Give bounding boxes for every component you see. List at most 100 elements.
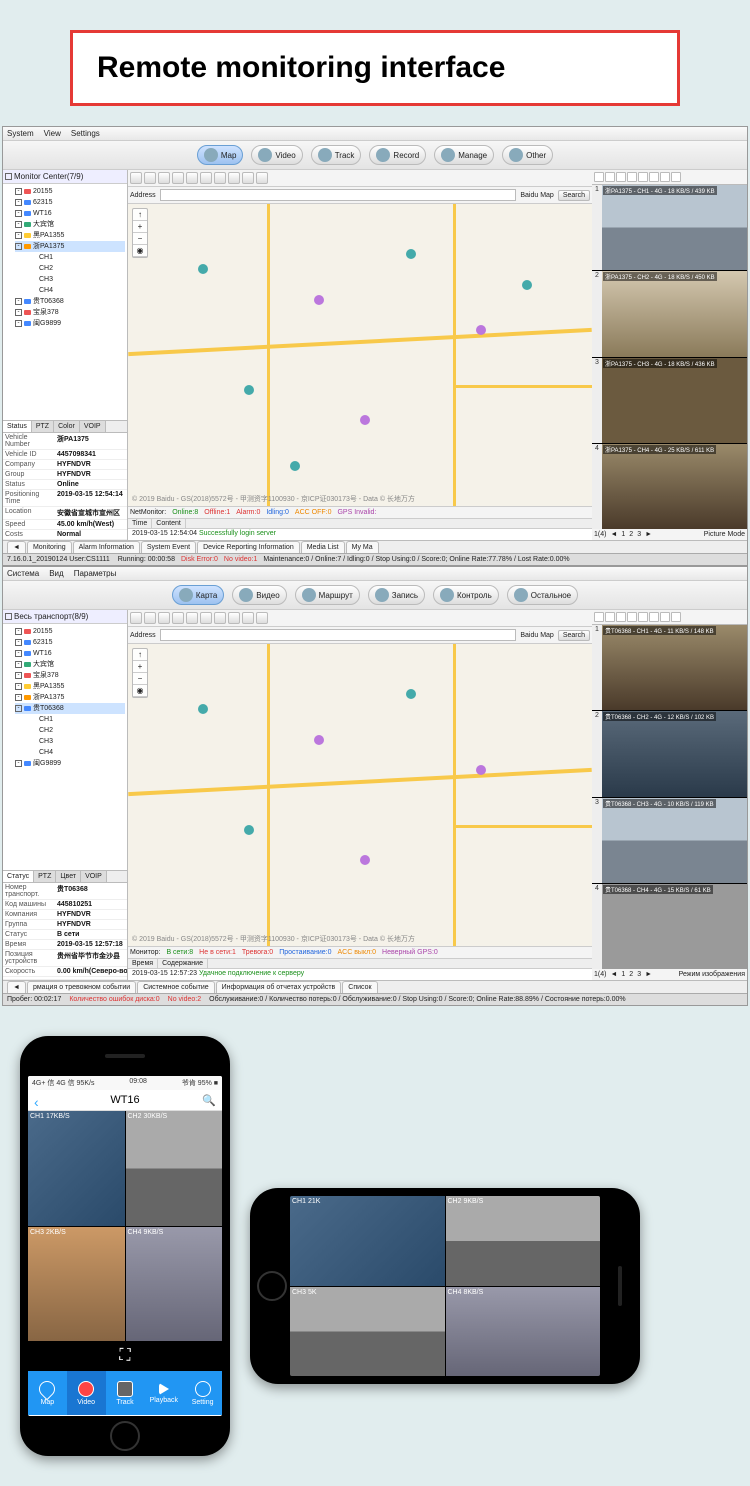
map-zoom-control[interactable]: ↑+−◉	[132, 208, 148, 258]
camera-feed[interactable]: 贵T06368 - CH2 - 4G - 12 KB/S / 102 KB	[602, 711, 747, 796]
tree-node[interactable]: -黑PA1355	[15, 681, 125, 692]
camera-feed[interactable]: 贵T06368 - CH3 - 4G - 10 KB/S / 119 KB	[602, 798, 747, 883]
home-button[interactable]	[110, 1421, 140, 1451]
camera-toolbar[interactable]	[592, 170, 747, 185]
toolbar-button[interactable]: Map	[197, 145, 244, 165]
tree-node[interactable]: -贵T06368	[15, 703, 125, 714]
phone-camera-grid[interactable]: CH1 21KCH2 9KB/SCH3 5KCH4 8KB/S	[290, 1196, 600, 1376]
menu-item[interactable]: Система	[7, 569, 39, 578]
toolbar-button[interactable]: Запись	[368, 585, 425, 605]
camera-feed[interactable]: 浙PA1375 - CH1 - 4G - 18 KB/S / 439 KB	[602, 185, 747, 270]
bottom-tab[interactable]: Alarm Information	[73, 541, 140, 553]
tree-node[interactable]: -闽G9899	[15, 758, 125, 769]
phone-camera-feed[interactable]: CH2 9KB/S	[446, 1196, 601, 1286]
info-tab[interactable]: Статус	[3, 871, 34, 882]
map-view[interactable]: ↑+−◉ © 2019 Baidu - GS(2018)5572号 - 甲测资字…	[128, 204, 592, 506]
bottom-tab[interactable]: рмация о тревожном событии	[27, 981, 136, 993]
phone-camera-grid[interactable]: CH1 17KB/SCH2 30KB/SCH3 2KB/SCH4 9KB/S	[28, 1111, 222, 1341]
device-tree[interactable]: -20155-62315-WT16-大宾馆-黑PA1355-浙PA1375CH1…	[3, 184, 127, 420]
tree-node[interactable]: -黑PA1355	[15, 230, 125, 241]
map-zoom-control[interactable]: ↑+−◉	[132, 648, 148, 698]
tree-node[interactable]: -20155	[15, 186, 125, 197]
info-tab[interactable]: VOIP	[80, 421, 106, 432]
search-icon[interactable]: 🔍	[202, 1094, 216, 1107]
info-tab[interactable]: Color	[54, 421, 80, 432]
camera-feed[interactable]: 浙PA1375 - CH2 - 4G - 18 KB/S / 450 KB	[602, 271, 747, 356]
tree-node[interactable]: -浙PA1375	[15, 241, 125, 252]
camera-feed[interactable]: 贵T06368 - CH1 - 4G - 11 KB/S / 148 KB	[602, 625, 747, 710]
map-view[interactable]: ↑+−◉ © 2019 Baidu - GS(2018)5572号 - 甲测资字…	[128, 644, 592, 946]
toolbar-button[interactable]: Record	[369, 145, 426, 165]
map-type[interactable]: Baidu Map	[520, 632, 553, 639]
nav-item-map[interactable]: Map	[28, 1371, 67, 1415]
bottom-tab[interactable]: Device Reporting Information	[197, 541, 300, 553]
tree-node[interactable]: -WT16	[15, 648, 125, 659]
camera-feed[interactable]: 贵T06368 - CH4 - 4G - 15 KB/S / 61 KB	[602, 884, 747, 969]
fullscreen-icon[interactable]: ⛶	[119, 1347, 130, 1365]
tree-node[interactable]: -贵T06368	[15, 296, 125, 307]
tree-node[interactable]: CH2	[25, 263, 125, 274]
toolbar-button[interactable]: Маршрут	[295, 585, 360, 605]
tree-node[interactable]: CH3	[25, 274, 125, 285]
menu-item[interactable]: Параметры	[74, 569, 117, 578]
camera-feed[interactable]: 浙PA1375 - CH4 - 4G - 25 KB/S / 611 KB	[602, 444, 747, 529]
address-input[interactable]	[160, 189, 517, 201]
phone-camera-feed[interactable]: CH1 17KB/S	[28, 1111, 125, 1226]
phone-camera-feed[interactable]: CH1 21K	[290, 1196, 445, 1286]
info-tab[interactable]: PTZ	[32, 421, 54, 432]
nav-item-video[interactable]: Video	[67, 1371, 106, 1415]
tree-node[interactable]: CH1	[25, 714, 125, 725]
bottom-tab[interactable]: Информация об отчетах устройств	[216, 981, 342, 993]
bottom-tab[interactable]: Системное событие	[137, 981, 214, 993]
menu-item[interactable]: Вид	[49, 569, 63, 578]
bottom-tab[interactable]: Media List	[301, 541, 345, 553]
bottom-tab[interactable]: System Event	[141, 541, 196, 553]
address-input[interactable]	[160, 629, 517, 641]
bottom-tab[interactable]: Monitoring	[27, 541, 72, 553]
camera-toolbar[interactable]	[592, 610, 747, 625]
tree-node[interactable]: -WT16	[15, 208, 125, 219]
tree-node[interactable]: CH3	[25, 736, 125, 747]
toolbar-button[interactable]: Manage	[434, 145, 494, 165]
nav-item-playback[interactable]: Playback	[144, 1371, 183, 1415]
info-tabs[interactable]: СтатусPTZЦветVOIP	[3, 870, 127, 882]
menu-item[interactable]: Settings	[71, 129, 100, 138]
menu-item[interactable]: View	[44, 129, 61, 138]
tree-node[interactable]: -浙PA1375	[15, 692, 125, 703]
toolbar-button[interactable]: Видео	[232, 585, 286, 605]
map-toolbar[interactable]	[128, 170, 592, 187]
info-tabs[interactable]: StatusPTZColorVOIP	[3, 420, 127, 432]
tree-header[interactable]: Monitor Center(7/9)	[3, 170, 127, 184]
back-icon[interactable]: ‹	[34, 1094, 39, 1110]
search-button[interactable]: Search	[558, 190, 590, 201]
nav-item-setting[interactable]: Setting	[183, 1371, 222, 1415]
phone-camera-feed[interactable]: CH3 2KB/S	[28, 1227, 125, 1342]
phone-camera-feed[interactable]: CH4 8KB/S	[446, 1287, 601, 1377]
tree-node[interactable]: CH4	[25, 285, 125, 296]
nav-item-track[interactable]: Track	[106, 1371, 145, 1415]
camera-footer[interactable]: 1(4)◄123►Режим изображения	[592, 969, 747, 980]
camera-footer[interactable]: 1(4)◄123►Picture Mode	[592, 529, 747, 540]
tree-node[interactable]: -62315	[15, 637, 125, 648]
toolbar-button[interactable]: Video	[251, 145, 302, 165]
toolbar-button[interactable]: Other	[502, 145, 553, 165]
toolbar-button[interactable]: Карта	[172, 585, 224, 605]
info-tab[interactable]: Цвет	[56, 871, 81, 882]
tree-node[interactable]: -20155	[15, 626, 125, 637]
phone-bottom-nav[interactable]: MapVideoTrackPlaybackSetting	[28, 1371, 222, 1415]
map-toolbar[interactable]	[128, 610, 592, 627]
tree-node[interactable]: -大宾馆	[15, 659, 125, 670]
info-tab[interactable]: VOIP	[81, 871, 107, 882]
tree-node[interactable]: -宝泉378	[15, 670, 125, 681]
camera-feed[interactable]: 浙PA1375 - CH3 - 4G - 18 KB/S / 436 KB	[602, 358, 747, 443]
tree-node[interactable]: -闽G9899	[15, 318, 125, 329]
search-button[interactable]: Search	[558, 630, 590, 641]
toolbar-button[interactable]: Track	[311, 145, 362, 165]
info-tab[interactable]: PTZ	[34, 871, 56, 882]
tree-node[interactable]: -宝泉378	[15, 307, 125, 318]
bottom-tab[interactable]: My Ma	[346, 541, 379, 553]
phone-camera-feed[interactable]: CH3 5K	[290, 1287, 445, 1377]
toolbar-button[interactable]: Контроль	[433, 585, 499, 605]
map-type[interactable]: Baidu Map	[520, 192, 553, 199]
device-tree[interactable]: -20155-62315-WT16-大宾馆-宝泉378-黑PA1355-浙PA1…	[3, 624, 127, 870]
